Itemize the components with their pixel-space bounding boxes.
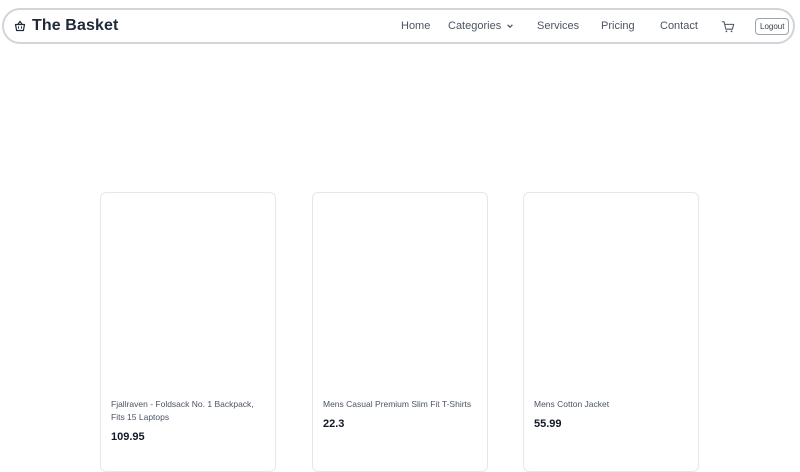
product-card[interactable]: Mens Cotton Jacket 55.99 — [523, 192, 699, 472]
product-card[interactable]: Fjallraven - Foldsack No. 1 Backpack, Fi… — [100, 192, 276, 472]
chevron-down-icon — [507, 24, 514, 29]
product-price: 55.99 — [534, 418, 562, 430]
product-image — [532, 201, 690, 391]
nav-categories-label: Categories — [448, 20, 502, 32]
cart-icon[interactable] — [721, 20, 735, 34]
nav-contact[interactable]: Contact — [660, 10, 698, 42]
product-image — [109, 201, 267, 391]
nav-home[interactable]: Home — [401, 10, 430, 42]
product-card[interactable]: Mens Casual Premium Slim Fit T-Shirts 22… — [312, 192, 488, 472]
nav-categories[interactable]: Categories — [448, 10, 514, 42]
brand-title: The Basket — [32, 17, 119, 34]
product-price: 22.3 — [323, 418, 345, 430]
product-image — [321, 201, 479, 391]
product-title: Fjallraven - Foldsack No. 1 Backpack, Fi… — [111, 399, 254, 422]
brand[interactable]: The Basket — [14, 10, 118, 42]
nav-services[interactable]: Services — [537, 10, 579, 42]
product-title: Mens Cotton Jacket — [534, 399, 610, 409]
product-title: Mens Casual Premium Slim Fit T-Shirts — [323, 399, 472, 409]
navbar: The Basket Home Categories Services Pric… — [2, 8, 795, 44]
logout-button[interactable]: Logout — [755, 18, 790, 35]
basket-icon — [14, 20, 26, 32]
product-price: 109.95 — [111, 431, 145, 443]
nav-pricing[interactable]: Pricing — [601, 10, 635, 42]
